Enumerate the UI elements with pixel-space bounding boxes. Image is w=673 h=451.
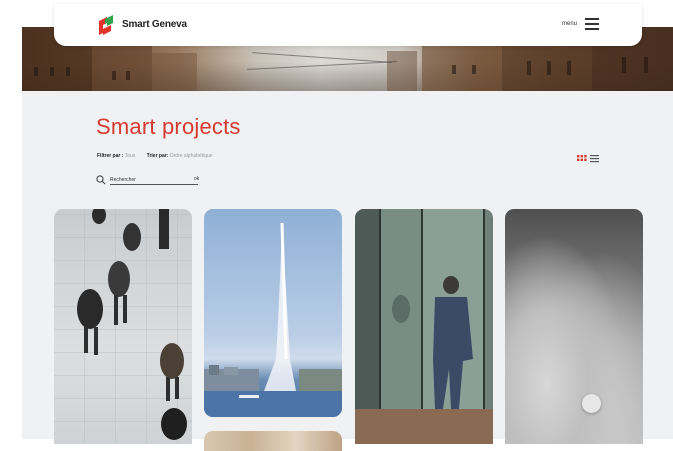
filter-bar: Filtrer par : Tous Trier par: Ordre alph… (97, 153, 223, 159)
sort-label: Trier par: (146, 153, 169, 159)
project-card-pedestrians[interactable] (54, 209, 192, 444)
grid-view-icon[interactable] (577, 154, 587, 164)
view-toggle (577, 154, 601, 164)
pedestrians-photo (77, 209, 187, 440)
carousel-handle[interactable] (582, 394, 601, 413)
brand-name[interactable]: Smart Geneva (122, 19, 187, 30)
jet-deau-photo (204, 222, 342, 417)
man-at-glass-facade-photo (355, 209, 493, 444)
search-input[interactable] (110, 176, 198, 185)
list-view-icon[interactable] (590, 154, 600, 164)
logo-icon[interactable] (96, 14, 116, 36)
search-bar (96, 175, 202, 187)
project-card-clouds[interactable] (505, 209, 643, 444)
sort-value[interactable]: Ordre alphabétique (170, 153, 213, 159)
site-header: Smart Geneva menu (54, 4, 642, 46)
filter-label: Filtrer par : (97, 153, 124, 159)
page-title: Smart projects (96, 114, 241, 139)
filter-value[interactable]: Tous (125, 153, 136, 159)
menu-icon[interactable] (585, 18, 599, 30)
menu-label[interactable]: menu (562, 21, 577, 27)
project-card-jet-deau[interactable] (204, 209, 342, 417)
project-card-man-facade[interactable] (355, 209, 493, 444)
search-icon (96, 175, 106, 185)
search-submit-button[interactable]: ok (194, 176, 199, 182)
project-card-wood[interactable] (204, 431, 342, 451)
